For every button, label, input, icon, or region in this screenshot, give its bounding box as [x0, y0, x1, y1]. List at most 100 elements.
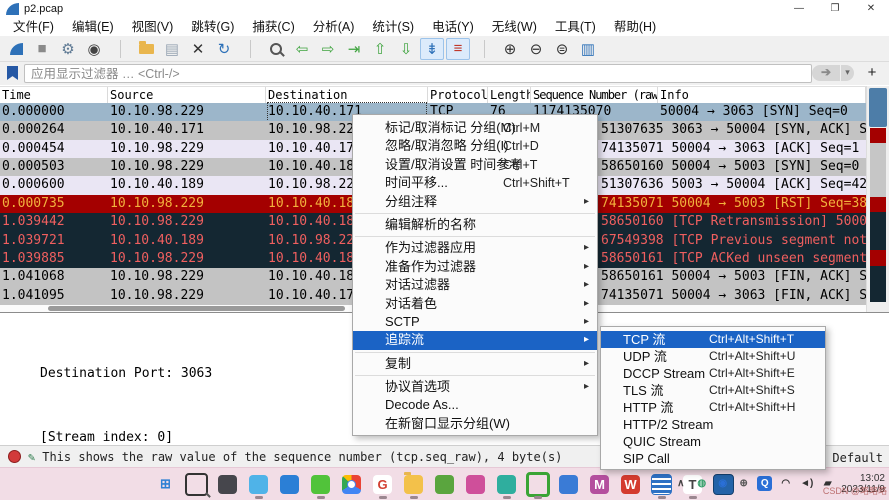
menubar-item[interactable]: 分析(A) [304, 18, 364, 36]
context-menu-item[interactable]: 时间平移... Ctrl+Shift+T [353, 174, 597, 192]
search-icon[interactable] [185, 472, 209, 496]
context-menu-item[interactable]: 设置/取消设置 时间参考 Ctrl+T [353, 156, 597, 174]
submenu-item[interactable]: QUIC Stream [601, 433, 825, 450]
column-header-time[interactable]: Time [0, 87, 108, 103]
menubar-item[interactable]: 跳转(G) [182, 18, 243, 36]
wechat-icon[interactable] [309, 472, 333, 496]
colorize-icon[interactable]: ≡ [446, 38, 470, 60]
packet-list-scrollbar[interactable] [866, 86, 889, 312]
volume-icon[interactable]: ◄) [799, 476, 814, 491]
context-menu-item[interactable]: 准备作为过滤器 ▸ [353, 258, 597, 276]
title-bar: p2.pcap — ❐ ✕ [0, 0, 889, 18]
menubar-item[interactable]: 工具(T) [546, 18, 605, 36]
timer-app-icon[interactable] [495, 472, 519, 496]
mindmap-app-icon[interactable]: M [588, 472, 612, 496]
display-filter-input[interactable] [24, 64, 812, 83]
expert-info-icon[interactable] [8, 450, 21, 463]
minimize-button[interactable]: — [781, 0, 817, 18]
tray-globe-icon[interactable]: ◍ [694, 476, 709, 491]
column-header-protocol[interactable]: Protocol [428, 87, 488, 103]
wps-icon[interactable]: W [619, 472, 643, 496]
submenu-item[interactable]: DCCP Stream Ctrl+Alt+Shift+E [601, 365, 825, 382]
gallery-app-icon[interactable] [464, 472, 488, 496]
go-back-icon[interactable]: ⇦ [290, 38, 314, 60]
context-menu-item[interactable]: 作为过滤器应用 ▸ [353, 239, 597, 257]
tray-q-app-icon[interactable]: Q [757, 476, 772, 491]
menubar-item[interactable]: 文件(F) [4, 18, 63, 36]
context-menu-item[interactable]: SCTP ▸ [353, 313, 597, 331]
filter-bookmark-icon[interactable] [7, 66, 18, 80]
column-header-seq-raw[interactable]: Sequence Number (raw) [531, 87, 658, 103]
menubar-item[interactable]: 捕获(C) [243, 18, 303, 36]
submenu-item[interactable]: TCP 流 Ctrl+Alt+Shift+T [601, 331, 825, 348]
start-capture-icon[interactable] [4, 38, 28, 60]
open-file-icon[interactable] [134, 38, 158, 60]
go-forward-icon[interactable]: ⇨ [316, 38, 340, 60]
menubar-item[interactable]: 统计(S) [363, 18, 423, 36]
go-bottom-icon[interactable]: ⇩ [394, 38, 418, 60]
go-top-icon[interactable]: ⇧ [368, 38, 392, 60]
context-menu-item[interactable]: 忽略/取消忽略 分组(I) Ctrl+D [353, 137, 597, 155]
recorder-app-icon[interactable] [526, 472, 550, 496]
tray-update-icon[interactable]: ⊕ [736, 476, 751, 491]
resize-columns-icon[interactable]: ▥ [576, 38, 600, 60]
autoscroll-icon[interactable]: ⇟ [420, 38, 444, 60]
close-file-icon[interactable]: ✕ [186, 38, 210, 60]
notes-app-icon[interactable] [650, 472, 674, 496]
restart-capture-icon[interactable]: ◉ [82, 38, 106, 60]
context-menu-item[interactable]: 对话过滤器 ▸ [353, 276, 597, 294]
stop-capture-icon[interactable]: ■ [30, 38, 54, 60]
tray-sync-icon[interactable]: ◉ [715, 476, 730, 491]
start-menu-icon[interactable]: ⊞ [154, 472, 178, 496]
menubar-item[interactable]: 帮助(H) [605, 18, 665, 36]
menubar-item[interactable]: 视图(V) [123, 18, 183, 36]
wifi-icon[interactable]: ◠ [778, 476, 793, 491]
context-menu-item[interactable]: 复制 ▸ [353, 355, 597, 373]
column-header-destination[interactable]: Destination [266, 87, 428, 103]
context-menu-item[interactable]: 标记/取消标记 分组(M) Ctrl+M [353, 119, 597, 137]
context-menu-item[interactable]: 在新窗口显示分组(W) [353, 415, 597, 433]
filter-caret-icon[interactable]: ▾ [841, 65, 854, 81]
browser-app-icon[interactable] [557, 472, 581, 496]
context-menu-item[interactable]: Decode As... [353, 396, 597, 414]
context-menu-item[interactable]: 编辑解析的名称 [353, 216, 597, 234]
horizontal-scrollbar-thumb[interactable] [48, 306, 345, 311]
apply-filter-button[interactable]: ➔ [812, 65, 840, 81]
tray-expand-icon[interactable]: ∧ [673, 476, 688, 491]
go-to-packet-icon[interactable]: ⇥ [342, 38, 366, 60]
scrollbar-thumb[interactable] [869, 88, 887, 127]
photos-app-icon[interactable] [216, 472, 240, 496]
submenu-item[interactable]: HTTP/2 Stream [601, 416, 825, 433]
column-header-info[interactable]: Info [658, 87, 866, 103]
context-menu-item[interactable]: 对话着色 ▸ [353, 295, 597, 313]
vscode-icon[interactable] [278, 472, 302, 496]
zoom-out-icon[interactable]: ⊖ [524, 38, 548, 60]
submenu-item[interactable]: HTTP 流 Ctrl+Alt+Shift+H [601, 399, 825, 416]
context-menu-item[interactable]: 追踪流 ▸ [353, 331, 597, 349]
column-header-length[interactable]: Length [488, 87, 531, 103]
zoom-in-icon[interactable]: ⊕ [498, 38, 522, 60]
capture-comment-icon[interactable]: ✎ [28, 450, 35, 464]
menubar-item[interactable]: 编辑(E) [63, 18, 123, 36]
add-filter-button[interactable]: + [862, 63, 882, 82]
save-file-icon[interactable]: ▤ [160, 38, 184, 60]
google-app-icon[interactable]: G [371, 472, 395, 496]
menubar-item[interactable]: 无线(W) [483, 18, 546, 36]
chat-app-icon[interactable] [247, 472, 271, 496]
menubar-item[interactable]: 电话(Y) [423, 18, 483, 36]
chrome-icon[interactable] [340, 472, 364, 496]
submenu-item[interactable]: SIP Call [601, 450, 825, 467]
close-button[interactable]: ✕ [853, 0, 889, 18]
find-packet-icon[interactable] [264, 38, 288, 60]
reload-file-icon[interactable]: ↻ [212, 38, 236, 60]
column-header-source[interactable]: Source [108, 87, 266, 103]
capture-options-icon[interactable]: ⚙ [56, 38, 80, 60]
context-menu-item[interactable]: 协议首选项 ▸ [353, 378, 597, 396]
submenu-item[interactable]: UDP 流 Ctrl+Alt+Shift+U [601, 348, 825, 365]
context-menu-item[interactable]: 分组注释 ▸ [353, 193, 597, 211]
restore-button[interactable]: ❐ [817, 0, 853, 18]
submenu-item[interactable]: TLS 流 Ctrl+Alt+Shift+S [601, 382, 825, 399]
zoom-reset-icon[interactable]: ⊜ [550, 38, 574, 60]
file-explorer-icon[interactable] [402, 472, 426, 496]
media-app-icon[interactable] [433, 472, 457, 496]
